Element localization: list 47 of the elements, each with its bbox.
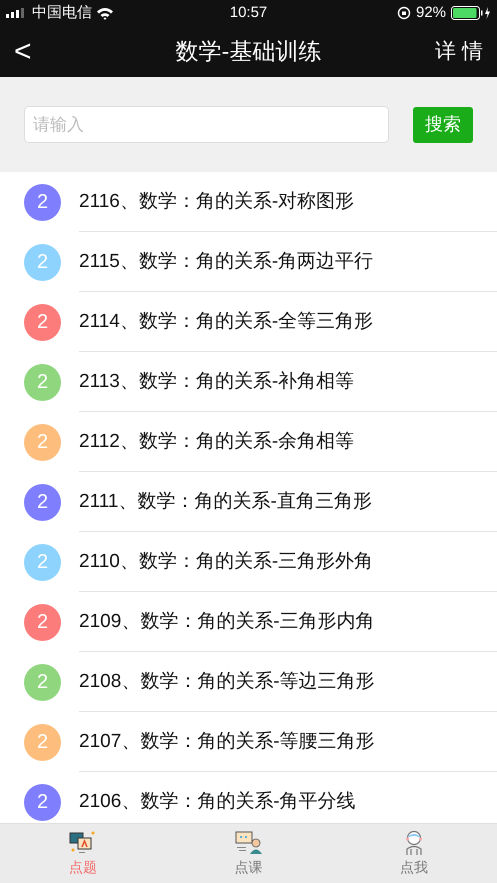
- item-title: 2113、数学：角的关系-补角相等: [79, 370, 354, 394]
- number-badge: 2: [24, 724, 61, 760]
- tab-button[interactable]: 点我: [331, 824, 497, 883]
- number-badge: 2: [24, 664, 61, 700]
- number-badge: 2: [24, 784, 61, 820]
- number-badge: 2: [24, 304, 61, 340]
- list-item[interactable]: 2 2111、数学：角的关系-直角三角形: [0, 472, 497, 532]
- teacher-icon: [234, 830, 262, 856]
- number-badge: 2: [24, 484, 61, 520]
- page-title: 数学-基础训练: [174, 37, 322, 66]
- number-badge: 2: [24, 544, 61, 580]
- number-badge: 2: [24, 184, 61, 220]
- number-badge: 2: [24, 244, 61, 280]
- list-item[interactable]: 2 2113、数学：角的关系-补角相等: [0, 352, 497, 412]
- number-badge: 2: [24, 364, 61, 400]
- chat-bubbles-icon: [68, 830, 97, 856]
- back-button[interactable]: <: [14, 36, 74, 66]
- number-badge: 2: [24, 604, 61, 640]
- battery-icon: [451, 6, 492, 20]
- list-item[interactable]: 2 2112、数学：角的关系-余角相等: [0, 412, 497, 472]
- list-item[interactable]: 2 2115、数学：角的关系-角两边平行: [0, 232, 497, 292]
- item-title: 2112、数学：角的关系-余角相等: [79, 430, 354, 454]
- list-item[interactable]: 2 2109、数学：角的关系-三角形内角: [0, 592, 497, 652]
- search-field[interactable]: 请输入: [24, 106, 389, 143]
- item-title: 2109、数学：角的关系-三角形内角: [79, 610, 375, 634]
- details-button[interactable]: 详 情: [423, 36, 483, 68]
- number-badge: 2: [24, 424, 61, 460]
- item-title: 2115、数学：角的关系-角两边平行: [79, 250, 374, 274]
- list-item[interactable]: 2 2116、数学：角的关系-对称图形: [0, 172, 497, 232]
- item-title: 2111、数学：角的关系-直角三角形: [79, 490, 372, 514]
- item-title: 2106、数学：角的关系-角平分线: [79, 790, 356, 814]
- item-title: 2114、数学：角的关系-全等三角形: [79, 310, 374, 334]
- list-item[interactable]: 2 2107、数学：角的关系-等腰三角形: [0, 712, 497, 772]
- item-title: 2116、数学：角的关系-对称图形: [79, 190, 354, 214]
- item-title: 2107、数学：角的关系-等腰三角形: [79, 730, 375, 754]
- list-item[interactable]: 2 2114、数学：角的关系-全等三角形: [0, 292, 497, 352]
- list-item[interactable]: 2 2108、数学：角的关系-等边三角形: [0, 652, 497, 712]
- item-title: 2110、数学：角的关系-三角形外角: [79, 550, 374, 574]
- tab-button[interactable]: 点课: [166, 824, 332, 883]
- clock-time: 10:57: [228, 2, 268, 23]
- list-item[interactable]: 2 2110、数学：角的关系-三角形外角: [0, 532, 497, 592]
- wifi-icon: [96, 6, 114, 20]
- list-item[interactable]: 2 2106、数学：角的关系-角平分线: [0, 772, 497, 823]
- carrier-name: 中国电信: [32, 2, 92, 23]
- rotation-lock-icon: [396, 6, 411, 20]
- item-title: 2108、数学：角的关系-等边三角形: [79, 670, 375, 694]
- battery-percent: 92%: [416, 2, 446, 23]
